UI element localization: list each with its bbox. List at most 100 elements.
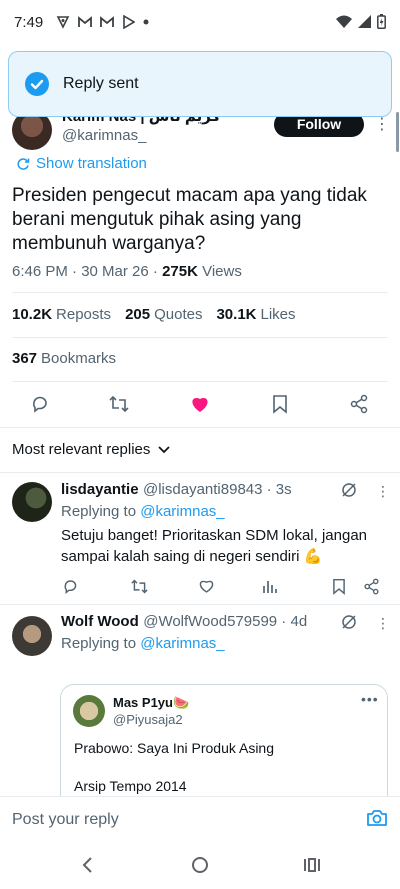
bookmarks-count: 367 bbox=[12, 350, 38, 367]
quotes-label: Quotes bbox=[154, 306, 203, 323]
signal-icon bbox=[358, 15, 371, 28]
replies-sort-dropdown[interactable]: Most relevant replies bbox=[12, 441, 171, 458]
tweet-action-bar bbox=[0, 390, 400, 418]
reply-header: Wolf Wood @WolfWood579599 · 4d bbox=[61, 613, 307, 631]
gmail-icon bbox=[78, 16, 92, 27]
reply-more-icon[interactable]: ⋮ bbox=[376, 483, 390, 500]
heart-filled-icon bbox=[192, 398, 208, 412]
reply-text: Setuju banget! Prioritaskan SDM lokal, j… bbox=[61, 527, 368, 565]
reply-button[interactable] bbox=[26, 390, 54, 418]
reply-author-name[interactable]: lisdayantie bbox=[61, 481, 139, 498]
reply-composer[interactable]: Post your reply bbox=[0, 796, 400, 842]
quotes-count: 205 bbox=[125, 306, 151, 323]
replying-prefix: Replying to bbox=[61, 635, 141, 652]
repost-button[interactable] bbox=[105, 390, 133, 418]
wifi-icon bbox=[336, 15, 352, 28]
reply-author-handle[interactable]: @lisdayanti89843 · 3s bbox=[143, 481, 292, 498]
grok-icon[interactable] bbox=[340, 613, 358, 631]
vpn-icon bbox=[56, 16, 70, 29]
share-button[interactable] bbox=[345, 390, 373, 418]
gmail-icon bbox=[100, 16, 114, 27]
reposts-label: Reposts bbox=[56, 306, 112, 323]
replying-to: Replying to @karimnas_ bbox=[61, 635, 225, 652]
status-time: 7:49 bbox=[14, 14, 44, 31]
camera-icon[interactable] bbox=[366, 808, 388, 828]
share-icon bbox=[363, 578, 379, 594]
grok-icon[interactable] bbox=[340, 481, 358, 499]
like-button[interactable] bbox=[186, 390, 214, 418]
system-navigation-bar bbox=[0, 842, 400, 889]
quoted-more-icon[interactable]: ••• bbox=[361, 691, 379, 707]
tweet-text: Presiden pengecut macam apa yang tidak b… bbox=[12, 185, 367, 254]
home-icon bbox=[192, 857, 208, 873]
translate-icon bbox=[17, 157, 30, 170]
bookmark-icon bbox=[273, 395, 287, 414]
quoted-avatar bbox=[73, 695, 105, 727]
reply-more-icon[interactable]: ⋮ bbox=[376, 615, 390, 632]
reply-avatar[interactable] bbox=[12, 616, 52, 656]
reposts-count: 10.2K bbox=[12, 306, 53, 323]
show-translation-label: Show translation bbox=[36, 155, 147, 172]
likes-stat[interactable]: 30.1K Likes bbox=[216, 306, 295, 323]
like-button[interactable] bbox=[196, 576, 216, 596]
divider bbox=[12, 337, 388, 338]
back-nav-button[interactable] bbox=[80, 856, 96, 874]
tweet-timestamp: 6:46 PM · 30 Mar 26 · bbox=[12, 263, 163, 280]
bookmark-button[interactable] bbox=[329, 576, 349, 596]
quoted-author-handle: @Piyusaja2 bbox=[113, 712, 183, 727]
reposts-stat[interactable]: 10.2K Reposts bbox=[12, 306, 111, 323]
quoted-tweet-card[interactable]: Mas P1yu🍉 @Piyusaja2 ••• Prabowo: Saya I… bbox=[60, 684, 388, 814]
chevron-down-icon bbox=[158, 445, 171, 453]
reply-action-bar bbox=[0, 574, 400, 598]
views-count: 275K bbox=[162, 263, 198, 280]
bookmarks-label: Bookmarks bbox=[41, 350, 117, 367]
replying-to-handle[interactable]: @karimnas_ bbox=[140, 635, 224, 652]
repost-icon bbox=[130, 579, 148, 593]
divider bbox=[0, 472, 400, 473]
views-button[interactable] bbox=[260, 576, 280, 596]
status-bar: 7:49 bbox=[0, 0, 400, 46]
repost-button[interactable] bbox=[129, 576, 149, 596]
reply-icon bbox=[64, 579, 76, 594]
reply-sent-toast: Reply sent bbox=[8, 51, 392, 117]
recents-icon bbox=[304, 858, 320, 872]
likes-count: 30.1K bbox=[216, 306, 257, 323]
scrollbar[interactable] bbox=[396, 112, 399, 152]
author-handle[interactable]: @karimnas_ bbox=[62, 127, 146, 144]
heart-icon bbox=[199, 580, 213, 593]
divider bbox=[0, 427, 400, 428]
back-icon bbox=[82, 857, 92, 873]
reply-icon bbox=[32, 396, 47, 413]
home-nav-button[interactable] bbox=[191, 856, 209, 874]
replying-prefix: Replying to bbox=[61, 503, 141, 520]
reply-input[interactable]: Post your reply bbox=[12, 811, 119, 829]
reply-button[interactable] bbox=[60, 576, 80, 596]
share-icon bbox=[350, 394, 368, 414]
quotes-stat[interactable]: 205 Quotes bbox=[125, 306, 202, 323]
play-icon bbox=[123, 15, 135, 29]
battery-icon bbox=[377, 14, 386, 29]
recents-nav-button[interactable] bbox=[303, 856, 321, 874]
bookmarks-stat[interactable]: 367 Bookmarks bbox=[12, 350, 116, 367]
check-icon bbox=[25, 72, 49, 96]
reply-author-name[interactable]: Wolf Wood bbox=[61, 613, 139, 630]
replying-to-handle[interactable]: @karimnas_ bbox=[140, 503, 224, 520]
bookmark-icon bbox=[333, 578, 345, 595]
replies-sort-label: Most relevant replies bbox=[12, 441, 151, 458]
replying-to: Replying to @karimnas_ bbox=[61, 503, 225, 520]
quoted-author-name: Mas P1yu🍉 bbox=[113, 695, 190, 710]
bookmark-button[interactable] bbox=[266, 390, 294, 418]
notification-icons bbox=[56, 15, 149, 29]
reply-author-handle[interactable]: @WolfWood579599 · 4d bbox=[143, 613, 307, 630]
dot-icon bbox=[143, 19, 149, 25]
divider bbox=[0, 604, 400, 605]
tweet-meta: 6:46 PM · 30 Mar 26 · 275K Views bbox=[12, 263, 242, 280]
engagement-stats: 10.2K Reposts 205 Quotes 30.1K Likes bbox=[12, 306, 296, 323]
show-translation-link[interactable]: Show translation bbox=[16, 155, 147, 172]
share-button[interactable] bbox=[361, 576, 381, 596]
views-label: Views bbox=[197, 263, 242, 280]
likes-label: Likes bbox=[260, 306, 296, 323]
divider bbox=[12, 292, 388, 293]
reply-avatar[interactable] bbox=[12, 482, 52, 522]
more-options-icon[interactable]: ⋮ bbox=[374, 114, 390, 134]
